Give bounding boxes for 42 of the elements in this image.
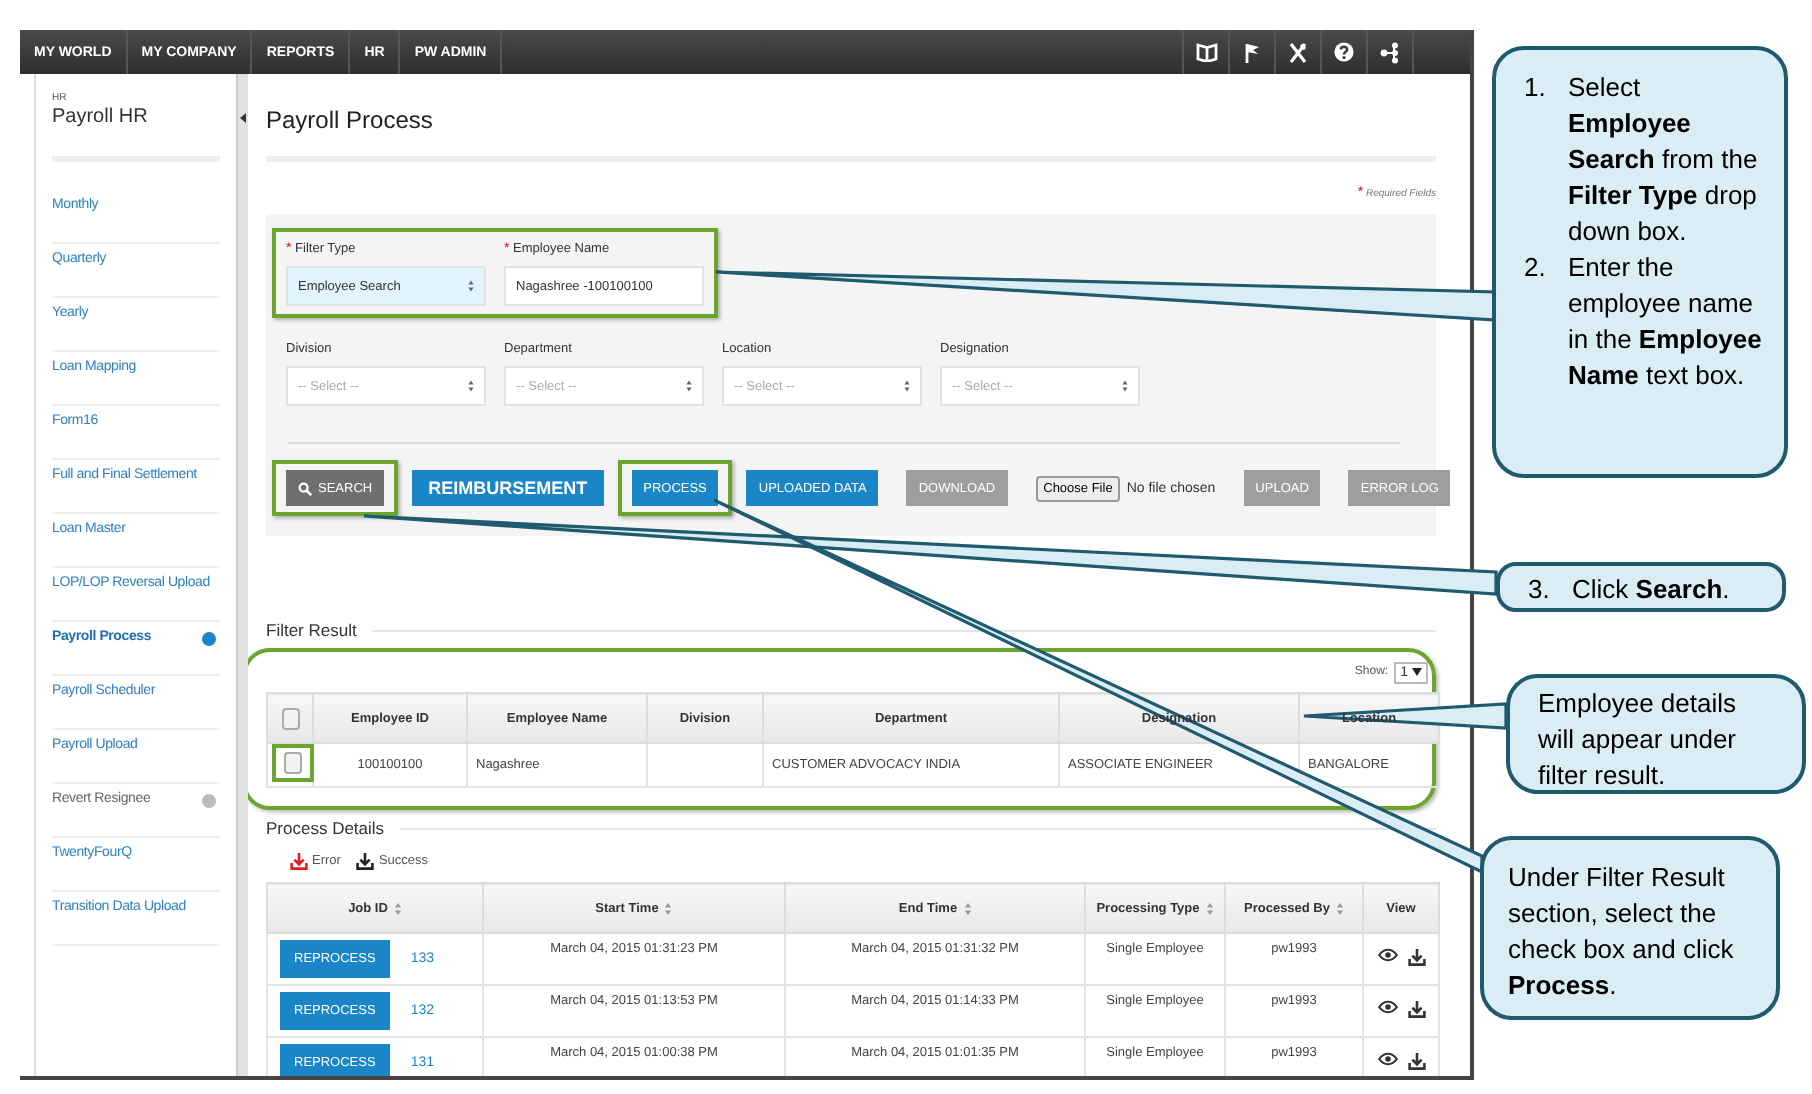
selected-dot-icon (202, 632, 216, 646)
section-title: Process Details (266, 818, 385, 838)
caret-icon (1122, 380, 1128, 392)
caret-icon (468, 280, 474, 292)
eye-icon[interactable] (1377, 1000, 1397, 1014)
step-number: 2. (1524, 250, 1548, 286)
caret-icon (468, 380, 474, 392)
note-text: Employee details will appear under filter result. (1538, 686, 1739, 794)
download-icon[interactable] (1407, 1052, 1425, 1070)
flag-icon[interactable] (1244, 41, 1260, 63)
step-number: 3. (1528, 572, 1552, 608)
eye-icon[interactable] (1377, 1052, 1397, 1066)
tools-icon[interactable] (1288, 41, 1308, 63)
note-text: Under Filter Result section, select the check box and click Process. (1508, 860, 1736, 1004)
download-icon[interactable] (356, 852, 375, 870)
step-text: Click Search. (1572, 572, 1732, 608)
caret-icon (686, 380, 692, 392)
page-title: Payroll Process (266, 104, 435, 134)
eye-icon[interactable] (1377, 948, 1397, 962)
sort-icon[interactable] (1205, 901, 1214, 915)
caret-icon (904, 380, 910, 392)
section-title: Filter Result (266, 620, 357, 640)
step-number: 1. (1524, 70, 1548, 106)
download-icon[interactable] (1407, 948, 1425, 966)
sort-icon[interactable] (1336, 901, 1344, 915)
sort-icon[interactable] (393, 901, 402, 915)
row-checkbox[interactable] (284, 752, 302, 774)
dot-icon (202, 794, 216, 808)
select-all-checkbox[interactable] (281, 707, 299, 729)
book-icon[interactable] (1195, 42, 1217, 62)
sort-icon[interactable] (963, 901, 972, 915)
collapse-arrow-icon[interactable] (238, 112, 248, 124)
caret-icon (1412, 668, 1422, 676)
step-text: Select Employee Search from the Filter Type drop down box. (1568, 70, 1760, 250)
download-icon[interactable] (1407, 1000, 1425, 1018)
reimbursement-button[interactable]: REIMBURSEMENT (412, 470, 604, 506)
module-name: Payroll HR (52, 106, 150, 128)
search-icon (298, 481, 312, 495)
help-icon[interactable] (1334, 42, 1354, 62)
sort-icon[interactable] (664, 901, 673, 915)
share-icon[interactable] (1380, 41, 1400, 63)
step-text: Enter the employee name in the Employee Name text box. (1568, 250, 1764, 394)
